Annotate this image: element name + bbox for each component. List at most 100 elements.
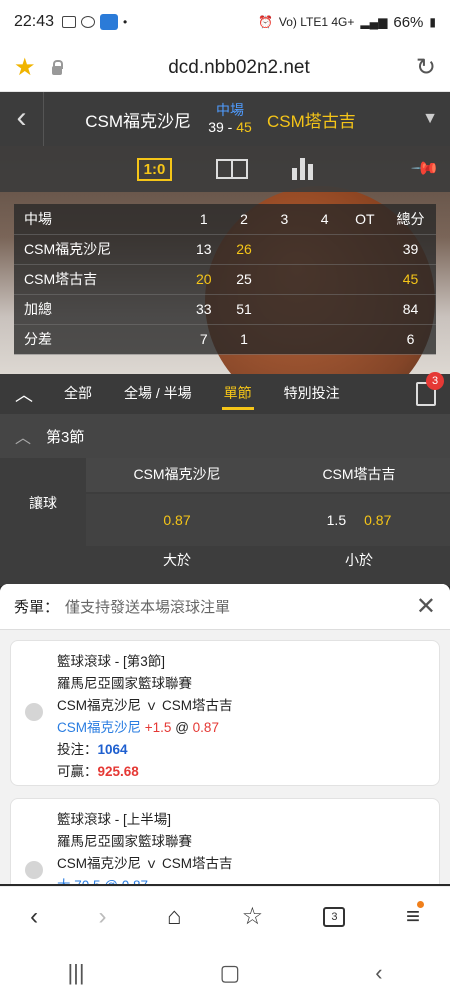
header-q1: 1 — [183, 204, 224, 235]
chevron-up-icon[interactable]: ︿ — [0, 424, 46, 448]
cell-q1: 20 — [183, 264, 224, 295]
cell-q2: 26 — [223, 234, 265, 265]
system-icons: ⏰ Vo) LTE1 4G+ ▂▄▆ 66% ▮ — [258, 14, 436, 31]
row-label: CSM塔古吉 — [14, 264, 184, 295]
app-icon — [100, 14, 119, 30]
bet-pick: 大 70.5 @ 0.87 — [57, 875, 439, 884]
share-bet-sheet: 秀單： 僅支持發送本場滾球注單 ✕ 籃球滾球 - [第3節] 羅馬尼亞國家籃球聯… — [0, 584, 450, 884]
bet-win: 可贏：925.68 — [57, 761, 439, 783]
row-label: 加總 — [14, 294, 184, 325]
home-team-name: CSM福克沙尼 — [85, 111, 191, 131]
court-icon[interactable] — [216, 159, 249, 179]
battery-level: 66% — [393, 13, 424, 31]
header-ot: OT — [344, 204, 386, 235]
chevron-left-icon[interactable]: ‹ — [0, 92, 44, 146]
menu-icon[interactable]: ≡ — [406, 900, 424, 931]
market-home-col: CSM福克沙尼 — [86, 458, 268, 492]
section-title: 第3節 — [46, 428, 85, 446]
table-row: CSM塔古吉 20 25 45 — [14, 264, 436, 295]
tab-quarter[interactable]: 單節 — [208, 374, 268, 414]
cell-q3 — [264, 294, 305, 325]
cell-q2: 51 — [223, 294, 265, 325]
bet-card[interactable]: 籃球滾球 - [第3節] 羅馬尼亞國家籃球聯賽 CSM福克沙尼 ｖ CSM塔古吉… — [10, 640, 440, 786]
away-score: 45 — [236, 119, 252, 135]
bet-league: 羅馬尼亞國家籃球聯賽 — [57, 676, 192, 691]
cell-ot — [344, 264, 386, 295]
scoreboard-tab[interactable]: 1:0 — [136, 157, 173, 181]
away-team-name: CSM塔古吉 — [267, 111, 356, 131]
battery-icon: ▮ — [429, 15, 436, 29]
stake-value: 1064 — [97, 742, 128, 757]
home-button-icon[interactable]: ▢ — [220, 960, 241, 986]
match-score: 中場 39 - 45 — [199, 102, 261, 136]
browser-toolbar: ‹ › ⌂ ☆ 3 ≡ — [0, 886, 450, 946]
row-label: 分差 — [14, 324, 184, 355]
signal-activity-icon — [62, 16, 77, 28]
star-icon[interactable]: ★ — [14, 53, 42, 82]
stake-label: 投注： — [57, 742, 98, 757]
tab-special[interactable]: 特別投注 — [268, 374, 356, 414]
bet-match: CSM福克沙尼 ｖ CSM塔古吉 — [57, 856, 233, 871]
cell-ot — [344, 294, 386, 325]
reload-icon[interactable]: ↻ — [406, 53, 436, 82]
select-radio[interactable] — [25, 703, 43, 721]
home-score: 39 — [208, 119, 224, 135]
chat-icon — [81, 16, 96, 28]
pick-team: CSM福克沙尼 — [57, 720, 141, 735]
cell-q4 — [304, 324, 345, 355]
cell-q3 — [264, 324, 305, 355]
alarm-icon: ⏰ — [257, 15, 273, 29]
tab-all[interactable]: 全部 — [48, 374, 108, 414]
bet-type: 籃球滾球 - [第3節] — [57, 654, 166, 669]
recent-apps-icon[interactable]: ||| — [67, 960, 84, 986]
cell-total: 45 — [385, 264, 436, 295]
market-tabs: ︿ 全部 全場 / 半場 單節 特別投注 3 — [0, 372, 450, 414]
pick-at: @ — [175, 720, 189, 735]
back-icon[interactable]: ‹ — [30, 903, 38, 931]
bet-league: 羅馬尼亞國家籃球聯賽 — [57, 834, 192, 849]
pick-line: +1.5 — [144, 720, 172, 735]
select-radio[interactable] — [25, 861, 43, 879]
system-back-icon[interactable]: ‹ — [375, 960, 382, 986]
cell-q1: 33 — [183, 294, 224, 325]
match-header: ‹ CSM福克沙尼 中場 39 - 45 CSM塔古吉 ▼ — [0, 92, 450, 146]
handicap-market: 讓球 CSM福克沙尼 CSM塔古吉 0.87 1.5 0.87 大於 小於 — [0, 458, 450, 586]
tab-full-half[interactable]: 全場 / 半場 — [108, 374, 208, 414]
stats-icon[interactable] — [292, 158, 314, 180]
network-label: Vo) LTE1 4G+ — [278, 15, 355, 29]
tabs-button[interactable]: 3 — [323, 906, 346, 927]
close-icon[interactable]: ✕ — [416, 592, 436, 621]
cell-q1: 13 — [183, 234, 224, 265]
status-time: 22:43 — [14, 13, 55, 30]
lock-icon[interactable] — [42, 59, 72, 75]
match-period: 中場 — [216, 102, 244, 118]
betslip-badge: 3 — [426, 372, 444, 390]
sheet-subtitle: 僅支持發送本場滾球注單 — [65, 599, 231, 616]
cell-q4 — [304, 234, 345, 265]
section-header[interactable]: ︿ 第3節 — [0, 414, 450, 458]
header-q4: 4 — [304, 204, 345, 235]
address-bar: ★ dcd.nbb02n2.net ↻ — [0, 44, 450, 92]
bookmark-star-icon[interactable]: ☆ — [242, 902, 264, 931]
bet-card[interactable]: 籃球滾球 - [上半場] 羅馬尼亞國家籃球聯賽 CSM福克沙尼 ｖ CSM塔古吉… — [10, 798, 440, 884]
away-odds-button[interactable]: 1.5 0.87 — [268, 494, 450, 546]
sheet-header: 秀單： 僅支持發送本場滾球注單 ✕ — [0, 584, 450, 630]
dot-icon: • — [123, 15, 128, 29]
table-row: 分差 7 1 6 — [14, 324, 436, 355]
cell-total: 84 — [385, 294, 436, 325]
over-label: 大於 — [163, 552, 191, 568]
url-field[interactable]: dcd.nbb02n2.net — [72, 57, 406, 79]
cell-total: 39 — [385, 234, 436, 265]
row-label: CSM福克沙尼 — [14, 234, 184, 265]
cell-q2: 25 — [223, 264, 265, 295]
home-odds-button[interactable]: 0.87 — [86, 494, 268, 546]
forward-icon[interactable]: › — [98, 903, 106, 931]
chevron-down-icon[interactable]: ▼ — [410, 110, 450, 128]
home-icon[interactable]: ⌂ — [167, 903, 182, 931]
score-table: 中場 1 2 3 4 OT 總分 CSM福克沙尼 13 26 39 CSM塔古吉… — [14, 204, 436, 355]
home-odds: 0.87 — [163, 512, 191, 528]
sheet-title: 秀單： — [14, 599, 60, 616]
chevron-up-icon[interactable]: ︿ — [0, 381, 48, 407]
header-period: 中場 — [14, 204, 184, 235]
win-value: 925.68 — [97, 764, 139, 779]
